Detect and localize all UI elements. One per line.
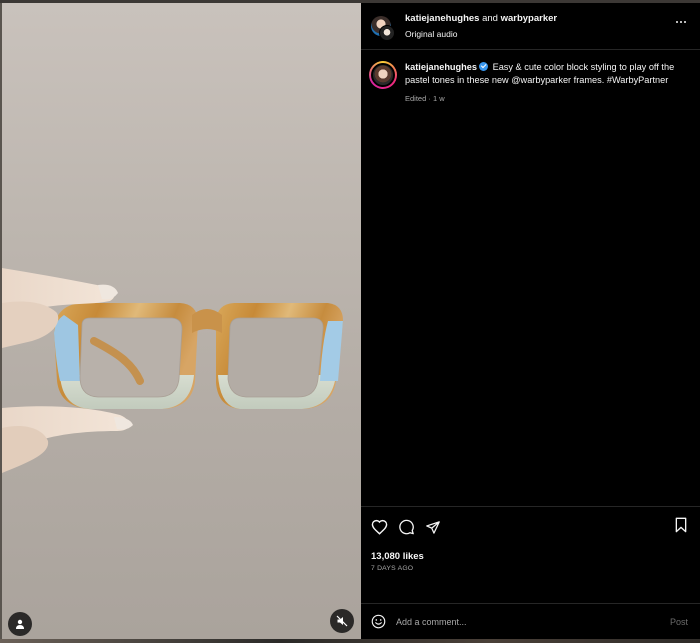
caption-username[interactable]: katiejanehughes	[405, 62, 477, 72]
verified-badge-icon	[479, 62, 488, 71]
caption-body: katiejanehughes Easy & cute color block …	[405, 61, 692, 105]
authors-conjunction: and	[482, 12, 498, 24]
comments-area	[361, 105, 700, 506]
post-modal: katiejanehughes and warbyparker Original…	[2, 3, 700, 639]
post-comment-button[interactable]: Post	[670, 617, 688, 627]
glasses-video-frame	[2, 268, 344, 473]
meta-separator: ·	[428, 94, 431, 103]
user-tag-icon	[16, 619, 24, 629]
post-actions: 13,080 likes 7 DAYS AGO	[361, 506, 700, 603]
emoji-icon[interactable]	[371, 614, 386, 629]
caption-meta: Edited · 1 w	[405, 92, 692, 105]
author-link-warbyparker[interactable]: warbyparker	[501, 13, 558, 24]
caption-time[interactable]: 1 w	[433, 94, 445, 103]
edited-label: Edited	[405, 94, 427, 103]
user-tags-button[interactable]	[8, 612, 32, 636]
post-side-panel: katiejanehughes and warbyparker Original…	[361, 3, 700, 639]
comment-bar: Post	[361, 603, 700, 639]
backdrop-bottom-strip	[0, 639, 700, 643]
post-header: katiejanehughes and warbyparker Original…	[361, 3, 700, 50]
comment-input[interactable]	[394, 615, 628, 628]
collab-avatar[interactable]	[371, 16, 395, 41]
comment-icon[interactable]	[398, 519, 415, 535]
more-horizontal-icon[interactable]	[676, 21, 686, 23]
muted-speaker-icon	[336, 615, 348, 627]
original-audio-link[interactable]: Original audio	[405, 27, 557, 41]
action-buttons	[371, 517, 690, 537]
post-video[interactable]	[2, 3, 361, 639]
caption-avatar[interactable]	[369, 61, 397, 89]
post-header-text: katiejanehughes and warbyparker Original…	[405, 12, 557, 41]
likes-count[interactable]: 13,080 likes	[371, 551, 690, 562]
post-authors: katiejanehughes and warbyparker	[405, 12, 557, 26]
collab-avatar-secondary	[379, 25, 395, 41]
post-date[interactable]: 7 DAYS AGO	[371, 565, 690, 572]
heart-icon[interactable]	[371, 519, 388, 535]
mute-button[interactable]	[330, 609, 354, 633]
bookmark-icon[interactable]	[674, 517, 688, 533]
share-icon[interactable]	[425, 520, 441, 535]
post-caption: katiejanehughes Easy & cute color block …	[361, 50, 700, 105]
author-link-katiejanehughes[interactable]: katiejanehughes	[405, 13, 479, 24]
